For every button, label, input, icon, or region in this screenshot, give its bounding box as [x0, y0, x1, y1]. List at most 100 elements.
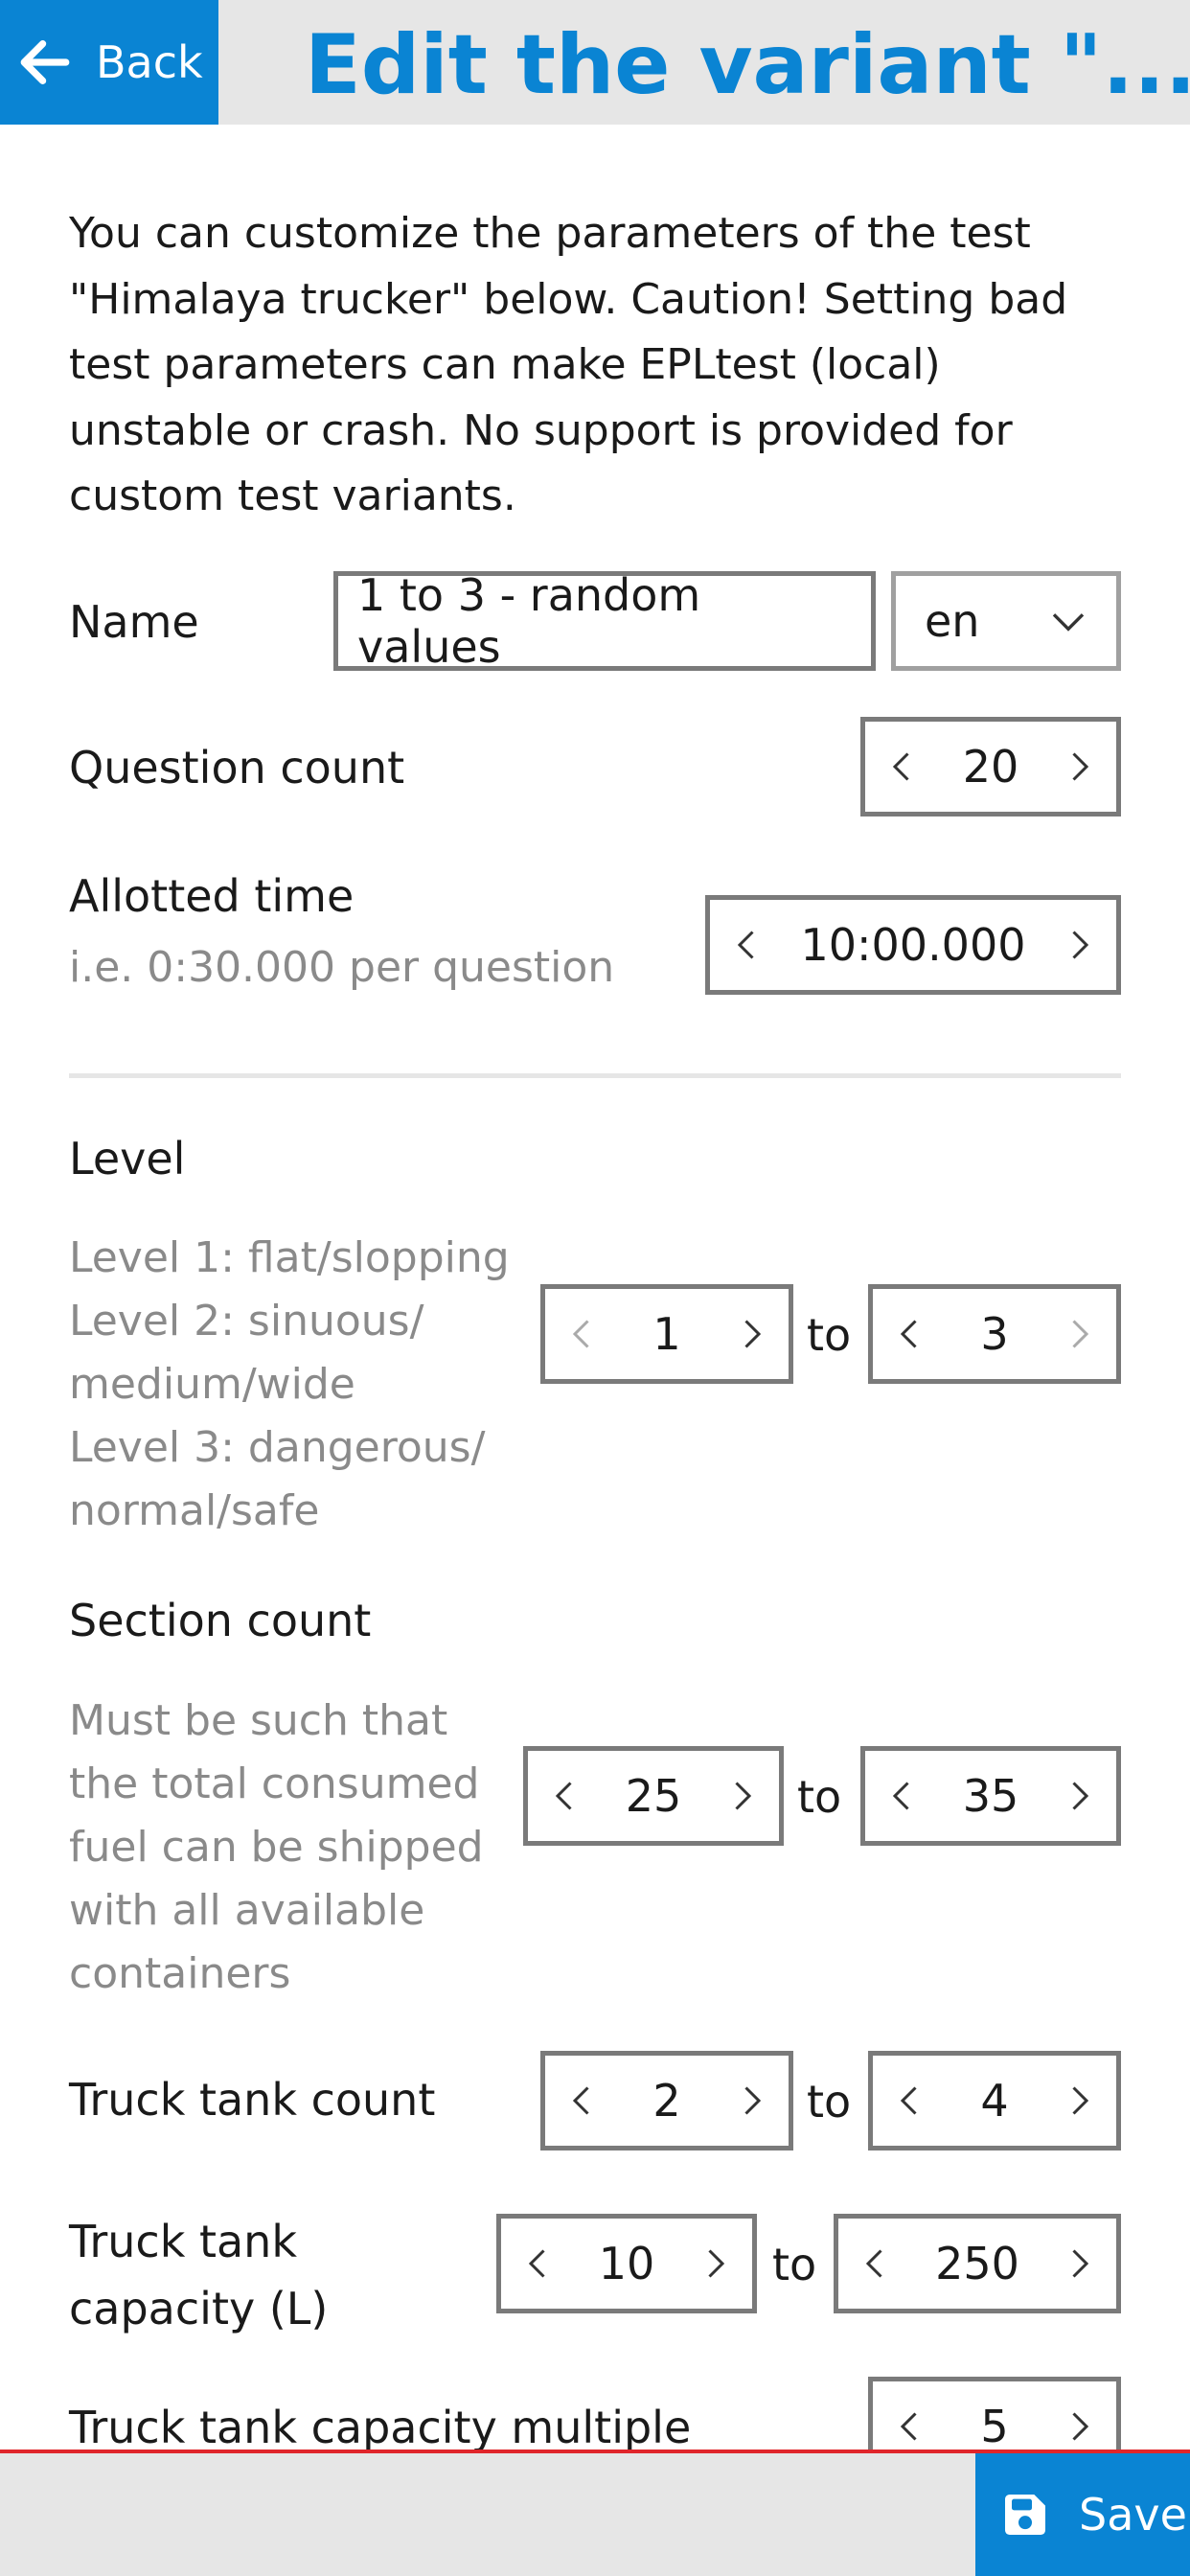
section-desc-line: fuel can be shipped: [69, 1823, 484, 1872]
decrement-button[interactable]: [566, 1317, 601, 1351]
chevron-left-icon: [886, 749, 921, 784]
chevron-left-icon: [522, 2246, 557, 2281]
decrement-button[interactable]: [566, 2083, 601, 2118]
allotted-time-hint: i.e. 0:30.000 per question: [69, 943, 615, 992]
intro-text: You can customize the parameters of the …: [69, 209, 1068, 520]
section-max-value: 35: [962, 1770, 1019, 1822]
range-to-label: to: [807, 2076, 852, 2128]
increment-button[interactable]: [1061, 1317, 1095, 1351]
decrement-button[interactable]: [894, 2083, 928, 2118]
header-bar: Back Edit the variant "...: [0, 0, 1190, 125]
decrement-button[interactable]: [894, 2409, 928, 2444]
capacity-multiple-value: 5: [980, 2401, 1009, 2450]
section-divider: [69, 1073, 1121, 1078]
tank-count-max-stepper[interactable]: 4: [868, 2051, 1121, 2150]
increment-button[interactable]: [733, 2083, 767, 2118]
save-button[interactable]: Save: [975, 2453, 1190, 2576]
level-desc-line: Level 1: flat/slopping: [69, 1233, 510, 1282]
section-desc-line: with all available: [69, 1886, 425, 1935]
chevron-left-icon: [894, 2083, 928, 2118]
capacity-multiple-stepper[interactable]: 5: [868, 2377, 1121, 2450]
back-button[interactable]: Back: [0, 0, 218, 125]
chevron-left-icon: [859, 2246, 894, 2281]
form-content[interactable]: You can customize the parameters of the …: [0, 125, 1190, 2450]
section-min-value: 25: [625, 1770, 682, 1822]
chevron-right-icon: [733, 2083, 767, 2118]
chevron-right-icon: [1061, 2409, 1095, 2444]
chevron-left-icon: [894, 1317, 928, 1351]
truck-tank-capacity-label: Truck tank capacity (L): [69, 2208, 328, 2342]
chevron-right-icon: [1061, 2083, 1095, 2118]
capacity-label-line: capacity (L): [69, 2283, 329, 2334]
footer-bar: Save: [0, 2450, 1190, 2576]
page-title: Edit the variant "...: [305, 17, 1190, 113]
allotted-time-value: 10:00.000: [800, 919, 1026, 971]
increment-button[interactable]: [723, 1779, 758, 1813]
section-max-stepper[interactable]: 35: [860, 1746, 1121, 1846]
name-input[interactable]: 1 to 3 - random values: [333, 569, 876, 673]
decrement-button[interactable]: [886, 1779, 921, 1813]
question-count-value: 20: [962, 741, 1019, 793]
level-desc-line: Level 2: sinuous/: [69, 1297, 424, 1346]
tank-count-min-stepper[interactable]: 2: [540, 2051, 793, 2150]
decrement-button[interactable]: [731, 928, 766, 962]
capacity-label-line: Truck tank: [69, 2216, 297, 2267]
chevron-left-icon: [566, 1317, 601, 1351]
back-label: Back: [96, 36, 203, 88]
capacity-max-stepper[interactable]: 250: [834, 2214, 1121, 2313]
chevron-right-icon: [697, 2246, 731, 2281]
chevron-left-icon: [566, 2083, 601, 2118]
tank-count-max-value: 4: [980, 2075, 1009, 2127]
chevron-right-icon: [723, 1779, 758, 1813]
decrement-button[interactable]: [549, 1779, 584, 1813]
chevron-left-icon: [894, 2409, 928, 2444]
level-desc-line: Level 3: dangerous/: [69, 1423, 486, 1472]
decrement-button[interactable]: [522, 2246, 557, 2281]
level-description: Level 1: flat/slopping Level 2: sinuous/…: [69, 1227, 510, 1543]
increment-button[interactable]: [1061, 749, 1095, 784]
question-count-stepper[interactable]: 20: [860, 717, 1121, 816]
increment-button[interactable]: [733, 1317, 767, 1351]
range-to-label: to: [797, 1771, 842, 1823]
level-max-stepper[interactable]: 3: [868, 1284, 1121, 1384]
chevron-down-icon: [1052, 613, 1085, 632]
section-desc-line: Must be such that: [69, 1696, 448, 1745]
section-count-description: Must be such that the total consumed fue…: [69, 1690, 484, 2006]
chevron-left-icon: [731, 928, 766, 962]
increment-button[interactable]: [1061, 2083, 1095, 2118]
chevron-right-icon: [1061, 2246, 1095, 2281]
level-max-value: 3: [980, 1308, 1009, 1360]
chevron-left-icon: [549, 1779, 584, 1813]
level-min-stepper[interactable]: 1: [540, 1284, 793, 1384]
name-value: 1 to 3 - random values: [357, 569, 701, 673]
section-min-stepper[interactable]: 25: [523, 1746, 784, 1846]
allotted-time-stepper[interactable]: 10:00.000: [705, 895, 1121, 995]
name-label: Name: [69, 596, 199, 648]
increment-button[interactable]: [1061, 928, 1095, 962]
chevron-right-icon: [1061, 1317, 1095, 1351]
capacity-min-value: 10: [598, 2238, 655, 2289]
question-count-label: Question count: [69, 742, 405, 794]
capacity-max-value: 250: [935, 2238, 1019, 2289]
section-count-label: Section count: [69, 1595, 372, 1646]
arrow-left-icon: [20, 40, 70, 84]
language-select[interactable]: en: [891, 571, 1121, 671]
increment-button[interactable]: [1061, 2409, 1095, 2444]
capacity-min-stepper[interactable]: 10: [496, 2214, 757, 2313]
truck-tank-count-label: Truck tank count: [69, 2074, 436, 2126]
increment-button[interactable]: [1061, 2246, 1095, 2281]
decrement-button[interactable]: [859, 2246, 894, 2281]
increment-button[interactable]: [697, 2246, 731, 2281]
range-to-label: to: [807, 1309, 852, 1361]
level-desc-line: medium/wide: [69, 1360, 355, 1409]
level-label: Level: [69, 1133, 186, 1184]
chevron-left-icon: [886, 1779, 921, 1813]
chevron-right-icon: [1061, 1779, 1095, 1813]
save-label: Save: [1079, 2489, 1187, 2541]
decrement-button[interactable]: [894, 1317, 928, 1351]
allotted-time-label: Allotted time: [69, 870, 355, 922]
tank-count-min-value: 2: [652, 2075, 681, 2127]
increment-button[interactable]: [1061, 1779, 1095, 1813]
section-desc-line: the total consumed: [69, 1760, 480, 1808]
decrement-button[interactable]: [886, 749, 921, 784]
